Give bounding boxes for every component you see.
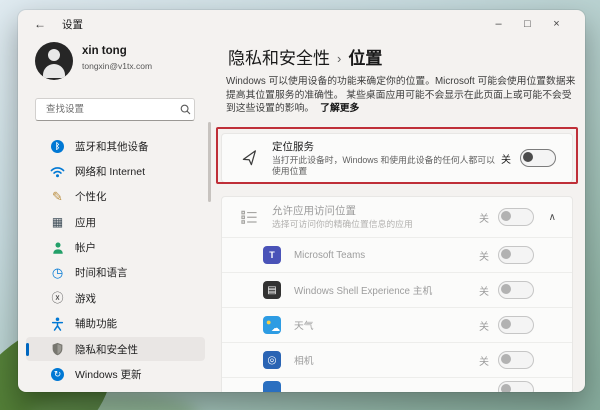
window-title: 设置 — [62, 17, 83, 32]
settings-window: ← 设置 – □ × xin tong tongxin@v1tx.com ᛒ — [18, 10, 585, 392]
app-icon — [263, 381, 281, 393]
app-row-shell-experience: ▤ Windows Shell Experience 主机 关 — [222, 272, 572, 307]
allow-apps-state: 关 — [479, 210, 489, 225]
desktop: ← 设置 – □ × xin tong tongxin@v1tx.com ᛒ — [0, 0, 600, 410]
camera-toggle — [498, 351, 534, 369]
app-name: 相机 — [294, 353, 479, 367]
minimize-button[interactable]: – — [484, 10, 513, 38]
app-name: Windows Shell Experience 主机 — [294, 283, 479, 297]
learn-more-link[interactable]: 了解更多 — [320, 103, 359, 114]
app-state: 关 — [479, 353, 489, 368]
xbox-icon: ⓧ — [50, 291, 65, 306]
sidebar-nav: ᛒ 蓝牙和其他设备 网络和 Internet ✎ 个性化 ▦ 应用 — [26, 134, 205, 388]
breadcrumb-separator: › — [337, 51, 341, 66]
person-icon — [50, 240, 65, 255]
sidebar-item-time-language[interactable]: ◷ 时间和语言 — [26, 261, 205, 285]
allow-apps-group: 允许应用访问位置 选择可访问你的精确位置信息的应用 关 ∧ T Microsof… — [221, 196, 573, 392]
close-button[interactable]: × — [542, 10, 571, 38]
teams-app-icon: T — [263, 246, 281, 264]
accessibility-icon — [50, 316, 65, 331]
wifi-icon — [50, 164, 65, 179]
app-name: Microsoft Teams — [294, 250, 479, 261]
app-toggle — [498, 381, 534, 393]
chevron-up-icon[interactable]: ∧ — [534, 212, 556, 223]
location-arrow-icon — [241, 149, 259, 167]
bluetooth-icon: ᛒ — [50, 139, 65, 154]
profile-email: tongxin@v1tx.com — [82, 61, 152, 71]
app-row-camera: ◎ 相机 关 — [222, 342, 572, 377]
allow-apps-row[interactable]: 允许应用访问位置 选择可访问你的精确位置信息的应用 关 ∧ — [222, 197, 572, 237]
shield-icon — [50, 342, 65, 357]
app-state: 关 — [479, 283, 489, 298]
sidebar-item-gaming[interactable]: ⓧ 游戏 — [26, 286, 205, 310]
clock-icon: ◷ — [50, 265, 65, 280]
sidebar-item-bluetooth[interactable]: ᛒ 蓝牙和其他设备 — [26, 134, 205, 158]
titlebar: ← 设置 – □ × — [18, 10, 585, 38]
weather-app-icon: ●☁ — [263, 316, 281, 334]
app-name: 天气 — [294, 318, 479, 332]
location-services-state: 关 — [501, 151, 511, 166]
update-icon: ↻ — [50, 367, 65, 382]
search-box — [35, 98, 195, 121]
main-content: 隐私和安全性 › 位置 Windows 可以使用设备的功能来确定你的位置。Micro… — [213, 38, 585, 392]
page-title: 位置 — [348, 49, 382, 68]
selected-indicator — [26, 343, 29, 356]
location-services-subtitle: 当打开此设备时，Windows 和使用此设备的任何人都可以使用位置 — [272, 155, 501, 178]
camera-app-icon: ◎ — [263, 351, 281, 369]
window-controls: – □ × — [484, 10, 571, 38]
allow-apps-title: 允许应用访问位置 — [272, 203, 479, 218]
shell-app-icon: ▤ — [263, 281, 281, 299]
breadcrumb: 隐私和安全性 › 位置 — [228, 44, 382, 69]
app-state: 关 — [479, 248, 489, 263]
allow-apps-subtitle: 选择可访问你的精确位置信息的应用 — [272, 219, 479, 231]
app-row-teams: T Microsoft Teams 关 — [222, 237, 572, 272]
sidebar-item-privacy-security[interactable]: 隐私和安全性 — [26, 337, 205, 361]
sidebar-item-network[interactable]: 网络和 Internet — [26, 159, 205, 183]
maximize-button[interactable]: □ — [513, 10, 542, 38]
profile-name: xin tong — [82, 45, 127, 57]
location-services-toggle[interactable] — [520, 149, 556, 167]
sidebar-item-personalization[interactable]: ✎ 个性化 — [26, 185, 205, 209]
app-state: 关 — [479, 318, 489, 333]
sidebar: xin tong tongxin@v1tx.com ᛒ 蓝牙和其他设备 网络和 … — [18, 38, 213, 392]
location-services-title: 定位服务 — [272, 139, 501, 154]
app-list-icon — [241, 209, 259, 225]
sidebar-item-accounts[interactable]: 帐户 — [26, 236, 205, 260]
shell-toggle — [498, 281, 534, 299]
apps-icon: ▦ — [50, 215, 65, 230]
sidebar-item-windows-update[interactable]: ↻ Windows 更新 — [26, 363, 205, 387]
app-row-partial — [222, 377, 572, 392]
teams-toggle — [498, 246, 534, 264]
sidebar-item-accessibility[interactable]: 辅助功能 — [26, 312, 205, 336]
weather-toggle — [498, 316, 534, 334]
search-input[interactable] — [44, 103, 180, 116]
app-row-weather: ●☁ 天气 关 — [222, 307, 572, 342]
brush-icon: ✎ — [50, 189, 65, 204]
allow-apps-toggle — [498, 208, 534, 226]
sidebar-scrollbar[interactable] — [208, 122, 211, 202]
breadcrumb-parent[interactable]: 隐私和安全性 — [228, 49, 330, 68]
page-description: Windows 可以使用设备的功能来确定你的位置。Microsoft 可能会使用… — [226, 75, 578, 116]
avatar[interactable] — [35, 42, 73, 80]
sidebar-item-apps[interactable]: ▦ 应用 — [26, 210, 205, 234]
back-button[interactable]: ← — [34, 17, 46, 31]
search-icon — [180, 104, 191, 115]
location-services-card: 定位服务 当打开此设备时，Windows 和使用此设备的任何人都可以使用位置 关 — [221, 133, 573, 183]
